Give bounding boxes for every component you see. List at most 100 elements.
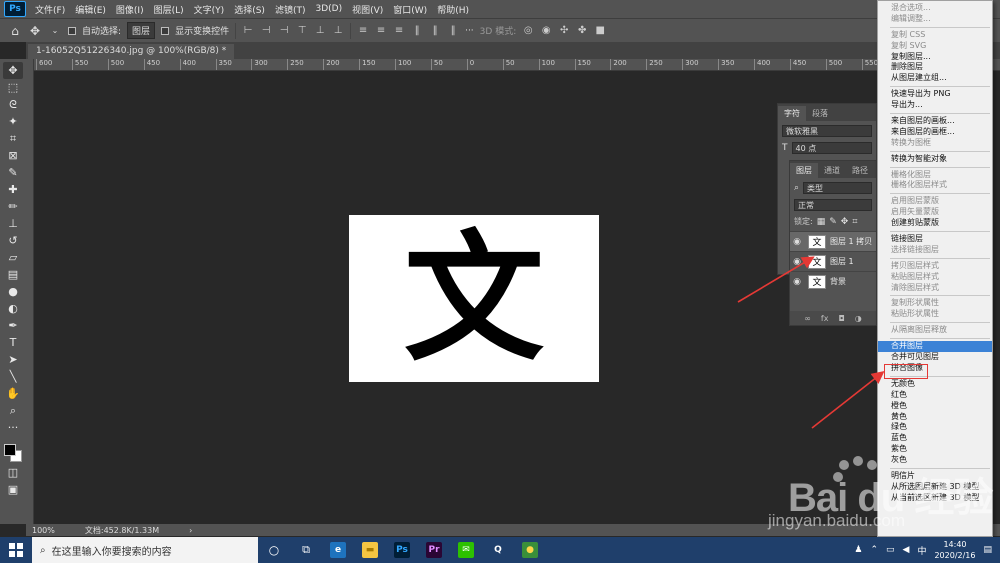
menu-help[interactable]: 帮助(H) xyxy=(432,3,474,16)
context-menu-item[interactable]: 从所选图层新建 3D 模型 xyxy=(878,482,992,493)
color-swatches[interactable] xyxy=(2,440,24,464)
context-menu-item[interactable]: 启用矢量蒙版 xyxy=(878,207,992,218)
crop-tool-icon[interactable]: ⌗ xyxy=(3,130,23,147)
context-menu-item[interactable]: 从图层建立组... xyxy=(878,73,992,84)
layer-style-icon[interactable]: fx xyxy=(821,314,829,323)
menu-edit[interactable]: 编辑(E) xyxy=(70,3,111,16)
gradient-tool-icon[interactable]: ▤ xyxy=(3,266,23,283)
ime-indicator[interactable]: 中 xyxy=(917,544,926,557)
context-menu-item[interactable]: 合并可见图层 xyxy=(878,352,992,363)
taskbar-app-button[interactable]: Pr xyxy=(418,537,450,563)
context-menu-item[interactable]: 复制 SVG xyxy=(878,41,992,52)
document-tab[interactable]: 1-16052Q51226340.jpg @ 100%(RGB/8) * xyxy=(28,44,235,59)
history-brush-tool-icon[interactable]: ↺ xyxy=(3,232,23,249)
align-left-icon[interactable]: ⊢ xyxy=(242,25,254,37)
taskbar-app-button[interactable]: Ps xyxy=(386,537,418,563)
marquee-tool-icon[interactable]: ⬚ xyxy=(3,79,23,96)
context-menu-item[interactable]: 清除图层样式 xyxy=(878,283,992,294)
context-menu-item[interactable]: 栅格化图层 xyxy=(878,170,992,181)
context-menu-item[interactable]: 创建剪贴蒙版 xyxy=(878,218,992,229)
add-mask-icon[interactable]: ◘ xyxy=(838,314,844,323)
magic-wand-tool-icon[interactable]: ✦ xyxy=(3,113,23,130)
context-menu-item[interactable]: 删除图层 xyxy=(878,62,992,73)
lock-pixels-icon[interactable]: ▦ xyxy=(817,217,826,227)
context-menu-item[interactable]: 橙色 xyxy=(878,401,992,412)
taskbar-app-button[interactable]: ✉ xyxy=(450,537,482,563)
align-top-icon[interactable]: ⊤ xyxy=(296,25,308,37)
distribute-top-icon[interactable]: ≡ xyxy=(357,25,369,37)
context-menu-item[interactable]: 粘贴形状属性 xyxy=(878,309,992,320)
context-menu-item[interactable]: 合并图层 xyxy=(878,341,992,353)
context-menu-item[interactable]: 粘贴图层样式 xyxy=(878,272,992,283)
zoom-tool-icon[interactable]: ⌕ xyxy=(3,402,23,419)
brush-tool-icon[interactable]: ✏ xyxy=(3,198,23,215)
layer-row[interactable]: ◉ 文 背景 xyxy=(790,271,876,291)
context-menu-item[interactable]: 转换为图框 xyxy=(878,138,992,149)
context-menu-item[interactable]: 栅格化图层样式 xyxy=(878,180,992,191)
context-menu-item[interactable]: 链接图层 xyxy=(878,234,992,245)
context-menu-item[interactable]: 选择链接图层 xyxy=(878,245,992,256)
align-bottom-icon[interactable]: ⊥ xyxy=(332,25,344,37)
chevron-up-icon[interactable]: ⌃ xyxy=(870,545,878,555)
blur-tool-icon[interactable]: ● xyxy=(3,283,23,300)
foreground-color-swatch[interactable] xyxy=(4,444,16,456)
start-button[interactable] xyxy=(0,537,32,563)
move-tool-icon[interactable]: ✥ xyxy=(28,24,42,38)
move-tool-icon[interactable]: ✥ xyxy=(3,62,23,79)
context-menu-item[interactable]: 编辑调整... xyxy=(878,14,992,25)
menu-image[interactable]: 图像(I) xyxy=(111,3,149,16)
context-menu-item[interactable]: 复制 CSS xyxy=(878,30,992,41)
menu-filter[interactable]: 滤镜(T) xyxy=(270,3,311,16)
context-menu-item[interactable]: 拷贝图层样式 xyxy=(878,261,992,272)
context-menu-item[interactable]: 混合选项... xyxy=(878,3,992,14)
blend-mode-select[interactable]: 正常 xyxy=(794,199,872,211)
clone-stamp-tool-icon[interactable]: ⊥ xyxy=(3,215,23,232)
context-menu-item[interactable]: 从当前选区新建 3D 模型 xyxy=(878,493,992,504)
clock[interactable]: 14:40 2020/2/16 xyxy=(934,539,975,561)
menu-layer[interactable]: 图层(L) xyxy=(149,3,189,16)
menu-type[interactable]: 文字(Y) xyxy=(189,3,230,16)
menu-window[interactable]: 窗口(W) xyxy=(388,3,432,16)
layer-row[interactable]: ◉ 文 图层 1 拷贝 xyxy=(790,231,876,251)
align-right-icon[interactable]: ⊣ xyxy=(278,25,290,37)
lasso-tool-icon[interactable]: ᘓ xyxy=(3,96,23,113)
font-size-select[interactable]: 40 点 xyxy=(791,142,872,154)
screen-mode-icon[interactable]: ▣ xyxy=(3,481,23,498)
context-menu-item[interactable]: 紫色 xyxy=(878,444,992,455)
tab-channels[interactable]: 通道 xyxy=(818,163,846,178)
network-icon[interactable]: ▭ xyxy=(886,545,895,555)
tab-character[interactable]: 字符 xyxy=(778,106,806,121)
lock-position-icon[interactable]: ✥ xyxy=(841,217,849,227)
taskbar-app-button[interactable]: ▬ xyxy=(354,537,386,563)
context-menu-item[interactable]: 导出为... xyxy=(878,100,992,111)
context-menu-item[interactable]: 复制图层... xyxy=(878,52,992,63)
distribute-center-icon[interactable]: ‖ xyxy=(429,25,441,37)
context-menu-item[interactable]: 明信片 xyxy=(878,471,992,482)
line-tool-icon[interactable]: ╲ xyxy=(3,368,23,385)
more-tools-icon[interactable]: ··· xyxy=(3,419,23,436)
layer-row[interactable]: ◉ 文 图层 1 xyxy=(790,251,876,271)
home-icon[interactable]: ⌂ xyxy=(8,24,22,38)
tab-paths[interactable]: 路径 xyxy=(846,163,874,178)
distribute-bottom-icon[interactable]: ≡ xyxy=(393,25,405,37)
context-menu-item[interactable]: 复制形状属性 xyxy=(878,298,992,309)
pen-tool-icon[interactable]: ✒ xyxy=(3,317,23,334)
distribute-right-icon[interactable]: ‖ xyxy=(447,25,459,37)
adjustment-layer-icon[interactable]: ◑ xyxy=(855,314,862,323)
frame-tool-icon[interactable]: ⊠ xyxy=(3,147,23,164)
taskbar-app-button[interactable]: Q xyxy=(482,537,514,563)
person-icon[interactable]: ♟ xyxy=(854,545,862,555)
menu-view[interactable]: 视图(V) xyxy=(347,3,388,16)
lock-artboard-icon[interactable]: ⌗ xyxy=(852,217,857,227)
auto-select-checkbox[interactable] xyxy=(68,26,76,35)
context-menu-item[interactable]: 蓝色 xyxy=(878,433,992,444)
tab-paragraph[interactable]: 段落 xyxy=(806,106,834,121)
notification-icon[interactable]: ▤ xyxy=(983,545,992,555)
healing-brush-tool-icon[interactable]: ✚ xyxy=(3,181,23,198)
font-family-select[interactable]: 微软雅黑 xyxy=(782,125,872,137)
eye-icon[interactable]: ◉ xyxy=(790,257,804,267)
eyedropper-tool-icon[interactable]: ✎ xyxy=(3,164,23,181)
zoom-level[interactable]: 100% xyxy=(32,526,55,535)
taskbar-search-box[interactable]: ⌕ 在这里输入你要搜索的内容 xyxy=(32,537,258,563)
3d-scale-icon[interactable]: ■ xyxy=(594,25,606,37)
